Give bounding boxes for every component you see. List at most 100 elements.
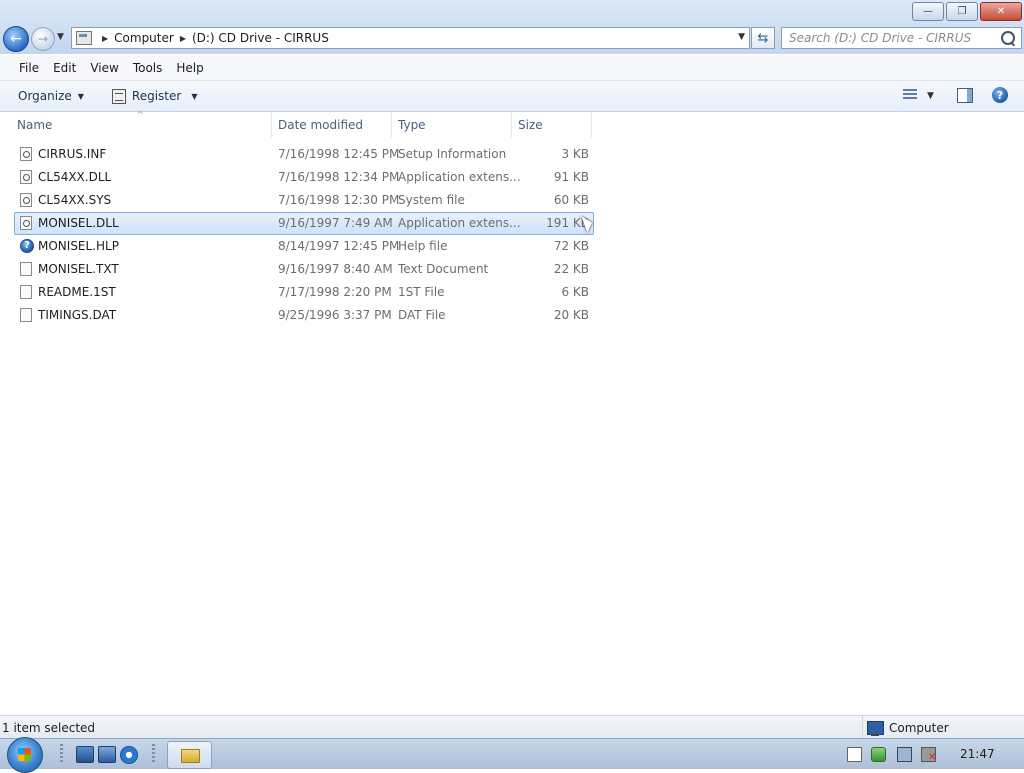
menu-edit[interactable]: Edit — [46, 61, 83, 75]
refresh-button[interactable]: ⇆ — [751, 27, 775, 49]
file-type: Text Document — [398, 262, 489, 276]
settings-file-icon — [20, 147, 32, 161]
column-header-type[interactable]: Type — [392, 112, 512, 138]
file-name: CL54XX.DLL — [38, 170, 112, 184]
file-type: Application extens... — [398, 170, 521, 184]
file-row[interactable]: ? MONISEL.HLP 8/14/1997 12:45 PM Help file 7… — [14, 235, 594, 258]
text-file-icon — [20, 262, 32, 276]
column-header-name[interactable]: Name — [11, 112, 272, 138]
file-date-modified: 7/17/1998 2:20 PM — [278, 285, 392, 299]
column-header-date[interactable]: Date modified — [272, 112, 392, 138]
file-name: README.1ST — [38, 285, 116, 299]
view-options-dropdown[interactable]: ▼ — [927, 91, 934, 101]
switch-windows-icon[interactable] — [98, 746, 116, 763]
file-size: 60 KB — [553, 193, 589, 207]
system-file-icon — [20, 193, 32, 207]
computer-icon — [867, 720, 884, 736]
breadcrumb-chevron-icon[interactable]: ▶ — [102, 34, 108, 43]
file-name: MONISEL.HLP — [38, 239, 119, 253]
selection-count: 1 item selected — [2, 720, 96, 735]
generic-file-icon — [20, 285, 32, 299]
taskbar-explorer-button[interactable] — [167, 741, 212, 769]
file-type: 1ST File — [398, 285, 445, 299]
menu-help[interactable]: Help — [169, 61, 210, 75]
file-row[interactable]: README.1ST 7/17/1998 2:20 PM 1ST File 6 KB — [14, 281, 594, 304]
file-size: 6 KB — [561, 285, 589, 299]
drive-icon — [76, 31, 92, 45]
help-icon[interactable]: ? — [992, 87, 1008, 103]
file-name: CIRRUS.INF — [38, 147, 107, 161]
file-type: DAT File — [398, 308, 446, 322]
menu-view[interactable]: View — [83, 61, 125, 75]
breadcrumb-computer[interactable]: Computer — [114, 31, 174, 45]
close-button[interactable]: ✕ — [980, 2, 1022, 21]
help-file-icon: ? — [20, 239, 34, 253]
command-bar: Organize ▼ Register ▼ — [0, 81, 1024, 112]
file-size: 3 KB — [561, 147, 589, 161]
tray-network-icon[interactable] — [897, 747, 912, 762]
breadcrumb-cd-drive[interactable]: (D:) CD Drive - CIRRUS — [192, 31, 329, 45]
maximize-button[interactable]: ❐ — [946, 2, 978, 21]
file-name: CL54XX.SYS — [38, 193, 112, 207]
volume-muted-icon: ✕ — [928, 752, 937, 763]
window-controls: — ❐ ✕ — [912, 2, 1022, 21]
generic-file-icon — [20, 308, 32, 322]
file-size: 20 KB — [553, 308, 589, 322]
organize-button[interactable]: Organize ▼ — [18, 89, 84, 103]
file-date-modified: 7/16/1998 12:30 PM — [278, 193, 400, 207]
file-date-modified: 9/16/1997 8:40 AM — [278, 262, 393, 276]
column-header-size[interactable]: Size — [512, 112, 592, 138]
register-button[interactable]: Register ▼ — [111, 88, 198, 104]
address-bar[interactable]: ▶ Computer ▶ (D:) CD Drive - CIRRUS ▼ — [71, 27, 750, 49]
forward-button[interactable]: → — [31, 27, 55, 51]
internet-explorer-icon[interactable] — [120, 746, 138, 764]
file-date-modified: 8/14/1997 12:45 PM — [278, 239, 400, 253]
show-desktop-icon[interactable] — [76, 746, 94, 763]
search-icon[interactable] — [1001, 31, 1015, 45]
file-type: Application extens... — [398, 216, 521, 230]
arrow-right-icon: → — [37, 32, 49, 46]
chevron-down-icon: ▼ — [191, 91, 198, 101]
file-row[interactable]: TIMINGS.DAT 9/25/1996 3:37 PM DAT File 20 K… — [14, 304, 594, 327]
organize-label: Organize — [18, 89, 72, 103]
file-row[interactable]: MONISEL.TXT 9/16/1997 8:40 AM Text Documen… — [14, 258, 594, 281]
search-input[interactable]: Search (D:) CD Drive - CIRRUS — [781, 27, 1022, 49]
menu-file[interactable]: File — [0, 61, 46, 75]
taskbar-grip[interactable] — [60, 744, 63, 764]
menu-bar: File Edit View Tools Help — [0, 55, 1024, 81]
search-placeholder: Search (D:) CD Drive - CIRRUS — [789, 31, 972, 45]
file-row[interactable]: CL54XX.DLL 7/16/1998 12:34 PM Application … — [14, 166, 594, 189]
file-type: Help file — [398, 239, 448, 253]
file-row[interactable]: CIRRUS.INF 7/16/1998 12:45 PM Setup Inform… — [14, 143, 594, 166]
refresh-icon: ⇆ — [757, 30, 769, 46]
file-type: System file — [398, 193, 465, 207]
recent-pages-dropdown[interactable]: ▼ — [57, 32, 64, 42]
minimize-button[interactable]: — — [912, 2, 944, 21]
arrow-left-icon: ← — [10, 31, 22, 47]
file-list: CIRRUS.INF 7/16/1998 12:45 PM Setup Inform… — [14, 143, 594, 327]
breadcrumb-chevron-icon[interactable]: ▶ — [180, 34, 186, 43]
taskbar-grip[interactable] — [152, 744, 155, 764]
address-dropdown-icon[interactable]: ▼ — [738, 32, 745, 42]
file-type: Setup Information — [398, 147, 507, 161]
file-size: 22 KB — [553, 262, 589, 276]
file-date-modified: 7/16/1998 12:34 PM — [278, 170, 400, 184]
tray-security-icon[interactable] — [871, 747, 886, 762]
file-row[interactable]: MONISEL.DLL 9/16/1997 7:49 AM Application … — [14, 212, 594, 235]
file-size: 72 KB — [553, 239, 589, 253]
taskbar-clock[interactable]: 21:47 — [960, 739, 995, 769]
column-headers: ^ Name Date modified Type Size — [0, 110, 1024, 138]
preview-pane-icon[interactable] — [957, 88, 973, 103]
file-name: TIMINGS.DAT — [38, 308, 117, 322]
file-row[interactable]: CL54XX.SYS 7/16/1998 12:30 PM System file 6… — [14, 189, 594, 212]
file-name: MONISEL.TXT — [38, 262, 119, 276]
file-date-modified: 7/16/1998 12:45 PM — [278, 147, 400, 161]
file-date-modified: 9/16/1997 7:49 AM — [278, 216, 393, 230]
tray-document-icon[interactable] — [847, 747, 862, 762]
change-view-icon[interactable] — [903, 89, 917, 101]
menu-tools[interactable]: Tools — [126, 61, 170, 75]
back-button[interactable]: ← — [3, 26, 29, 52]
file-size: 91 KB — [553, 170, 589, 184]
file-name: MONISEL.DLL — [38, 216, 119, 230]
register-label: Register — [131, 89, 182, 103]
